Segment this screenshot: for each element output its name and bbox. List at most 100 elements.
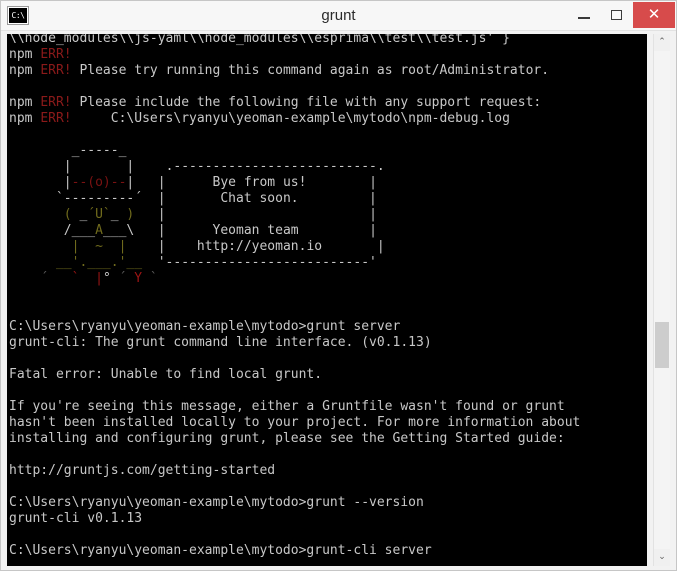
terminal-text-span: _ [71, 207, 88, 222]
terminal-text-span: | [95, 271, 103, 286]
scrollbar-thumb[interactable] [655, 322, 669, 368]
terminal-text-span: C:\Users\ryanyu\yeoman-example\mytodo\np… [71, 111, 510, 126]
terminal-text-span: C:\Users\ryanyu\yeoman-example\mytodo>gr… [9, 543, 432, 558]
scroll-up-arrow-icon[interactable]: ⌃ [654, 34, 670, 51]
terminal-text-span: Please include the following file with a… [71, 95, 542, 110]
terminal-text-span [134, 175, 157, 190]
terminal-text-span: ° [102, 271, 111, 286]
terminal-text-span: ERR! [40, 95, 72, 110]
terminal-text-span: npm [9, 111, 41, 126]
terminal-text-span [9, 191, 56, 206]
terminal-line: C:\Users\ryanyu\yeoman-example\mytodo>gr… [9, 319, 645, 335]
terminal-text-span: | [63, 175, 72, 190]
terminal-text-span [9, 159, 64, 174]
terminal-line: Fatal error: Unable to find local grunt. [9, 367, 645, 383]
terminal-line: /___A___\ | Yeoman team | [9, 223, 645, 239]
terminal-text-span: If you're seeing this message, either a … [9, 399, 565, 414]
terminal-text-span: \\node_modules\\js-yaml\\node_modules\\e… [9, 34, 510, 46]
cmd-console-icon[interactable]: C:\ [7, 6, 29, 25]
terminal-text-span [9, 143, 72, 158]
terminal-line: | ~ | | http://yeoman.io | [9, 239, 645, 255]
scroll-down-arrow-icon[interactable]: ⌄ [654, 549, 670, 566]
terminal-line: installing and configuring grunt, please… [9, 431, 645, 447]
terminal-line: npm ERR! [9, 47, 645, 63]
terminal-line: `---------´ | Chat soon. | [9, 191, 645, 207]
terminal-text-span: __'.___.'__ [55, 255, 143, 270]
window-titlebar[interactable]: C:\ grunt ✕ [1, 1, 676, 31]
terminal-line: grunt-cli v0.1.13 [9, 511, 645, 527]
terminal-line: C:\Users\ryanyu\yeoman-example\mytodo>gr… [9, 543, 645, 559]
close-button[interactable]: ✕ [633, 2, 675, 28]
terminal-text-span: npm [9, 47, 41, 62]
terminal-text-span: installing and configuring grunt, please… [9, 431, 565, 446]
cmd-console-icon-glyph: C:\ [9, 8, 27, 23]
maximize-icon [611, 10, 622, 20]
terminal-text-span [9, 175, 64, 190]
terminal-text-span [9, 255, 56, 270]
terminal-text-span: Fatal error: Unable to find local grunt. [9, 367, 323, 382]
terminal-text-span: | ~ | [71, 239, 127, 254]
terminal-line: __'.___.'__ '--------------------------' [9, 255, 645, 271]
terminal-text-span: http://yeoman.io [165, 239, 377, 254]
terminal-line: npm ERR! Please try running this command… [9, 63, 645, 79]
terminal-text-span: ( [63, 207, 72, 222]
terminal-text-span: | [369, 175, 377, 190]
terminal-line: | | .--------------------------. [9, 159, 645, 175]
terminal-line: ´ ` |° ´ Y ` [9, 271, 645, 287]
terminal-text-span: A [95, 223, 103, 238]
minimize-icon [578, 17, 590, 19]
scrollbar-track[interactable] [654, 51, 670, 549]
terminal-line: ( _´U`_ ) | | [9, 207, 645, 223]
terminal-text-span: `---------´ [55, 191, 143, 206]
terminal-line: \\node_modules\\js-yaml\\node_modules\\e… [9, 34, 645, 47]
terminal-text-span: ` [71, 271, 96, 286]
terminal-line: If you're seeing this message, either a … [9, 399, 645, 415]
terminal-text-span: _-----_ [71, 143, 127, 158]
terminal-text-span: | [369, 223, 377, 238]
terminal-text-span: ERR! [40, 63, 72, 78]
terminal-text-span: | [157, 175, 166, 190]
console-window: C:\ grunt ✕ \\node_modules\\js-yaml\\nod… [0, 0, 677, 571]
terminal-text-span: ERR! [40, 47, 72, 62]
terminal-line: http://gruntjs.com/getting-started [9, 463, 645, 479]
minimize-button[interactable] [567, 2, 600, 28]
terminal-text-span: | [369, 191, 377, 206]
terminal-text-span: | [157, 207, 166, 222]
terminal-line: _-----_ [9, 143, 645, 159]
terminal-text-span: | [376, 239, 385, 254]
terminal-text-span: grunt-cli v0.1.13 [9, 511, 143, 526]
terminal-text-span: _ [110, 207, 127, 222]
terminal-text-span [134, 159, 165, 174]
terminal-output[interactable]: \\node_modules\\js-yaml\\node_modules\\e… [7, 34, 647, 566]
terminal-text-span: '--------------------------' [157, 255, 377, 270]
terminal-text-span: | [157, 223, 166, 238]
terminal-text-span: | [157, 239, 166, 254]
terminal-text-span: hasn't been installed locally to your pr… [9, 415, 581, 430]
terminal-text-span: Y [126, 271, 143, 286]
terminal-text-span: npm [9, 95, 41, 110]
terminal-line: hasn't been installed locally to your pr… [9, 415, 645, 431]
terminal-text-span: /___ [63, 223, 96, 238]
terminal-text-span [9, 271, 40, 286]
close-icon: ✕ [647, 6, 661, 23]
terminal-text-span: ERR! [40, 111, 72, 126]
terminal-text-span: --(o)-- [71, 175, 127, 190]
terminal-text-span [9, 223, 64, 238]
terminal-text-span: ___\ [102, 223, 135, 238]
maximize-button[interactable] [600, 2, 633, 28]
vertical-scrollbar[interactable]: ⌃ ⌄ [653, 34, 670, 566]
terminal-text-span: C:\Users\ryanyu\yeoman-example\mytodo>gr… [9, 495, 424, 510]
terminal-text-span [134, 207, 157, 222]
terminal-text-span: npm [9, 63, 41, 78]
terminal-text-span [134, 223, 157, 238]
terminal-text-span: ´ [40, 271, 72, 286]
terminal-text-span [142, 255, 158, 270]
terminal-text-span: .--------------------------. [165, 159, 385, 174]
terminal-line: |--(o)--| | Bye from us! | [9, 175, 645, 191]
terminal-text-span: http://gruntjs.com/getting-started [9, 463, 276, 478]
terminal-text-span: grunt-cli: The grunt command line interf… [9, 335, 432, 350]
